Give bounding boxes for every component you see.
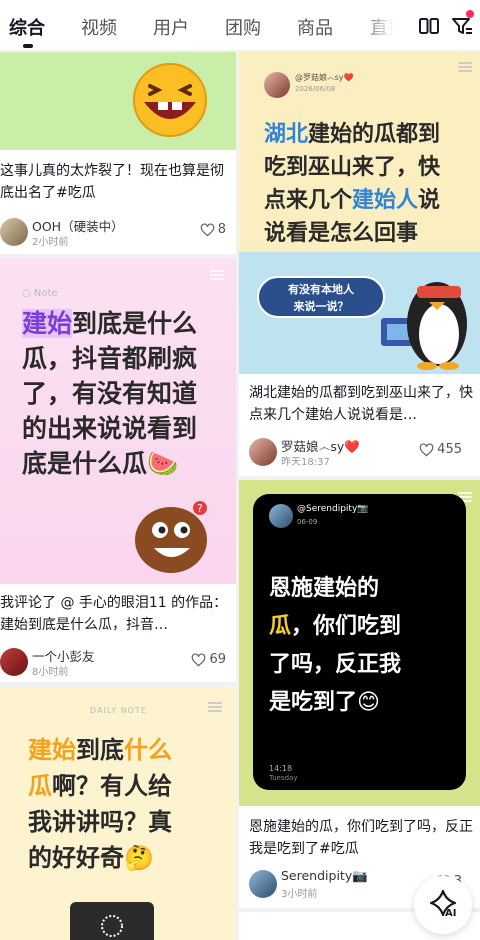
- post-time: 昨天18:37: [281, 457, 330, 468]
- card-title: 恩施建始的瓜，你们吃到了吗，反正我是吃到了#吃瓜: [249, 819, 473, 857]
- avatar[interactable]: [0, 218, 28, 246]
- card-cover: ○ Note 建始到底是什么瓜，抖音都刷疯了，有没有知道的出来说说看到底是什么瓜…: [0, 258, 236, 584]
- like-count-value: 8: [217, 222, 226, 237]
- heart-icon[interactable]: [200, 222, 215, 237]
- cover-text: 恩施建始的 瓜，你们吃到 了吗，反正我 是吃到了😊: [269, 576, 402, 715]
- card-meta: OOH（硬装中） 2小时前 8: [0, 218, 236, 250]
- avatar[interactable]: [249, 438, 277, 466]
- cover-day: Tuesday: [269, 774, 298, 782]
- menu-lines-icon: [458, 62, 472, 72]
- card-meta: 一个小彭友 8小时前 69: [0, 648, 236, 680]
- tab-group-buy[interactable]: 团购: [225, 14, 261, 40]
- like-count[interactable]: 69: [191, 652, 226, 667]
- like-count-value: 455: [437, 442, 462, 457]
- post-time: 8小时前: [32, 667, 69, 678]
- laughing-emoji-icon: [133, 63, 207, 137]
- tab-comprehensive[interactable]: 综合: [9, 14, 45, 40]
- like-count-value: 69: [209, 652, 226, 667]
- note-card[interactable]: @Serendipity📷 06-09 恩施建始的 瓜，你们吃到 了吗，反正我 …: [239, 480, 480, 908]
- cover-avatar: [269, 504, 293, 528]
- card-meta: 罗菇娘෴sy❤️ 昨天18:37 455: [249, 438, 480, 470]
- dual-column-icon[interactable]: [417, 14, 441, 38]
- cover-date: 06-09: [297, 518, 318, 526]
- card-cover: @罗菇娘෴sy❤️ 2026/06/08 湖北建始的瓜都到 吃到巫山来了，快 点…: [239, 52, 480, 374]
- card-cover: [0, 52, 236, 150]
- tab-products[interactable]: 商品: [297, 14, 333, 40]
- cover-clock: 14:18: [269, 764, 293, 773]
- cat-photo: [70, 902, 154, 940]
- post-time: 2小时前: [32, 237, 69, 248]
- author-name[interactable]: Serendipity📷: [281, 868, 368, 884]
- avatar[interactable]: [249, 870, 277, 898]
- tab-fade: [360, 0, 408, 50]
- tab-video[interactable]: 视频: [81, 14, 117, 40]
- cover-text: 建始到底什么 瓜啊？有人给 我讲讲吗？真 的好好奇🤔: [28, 736, 172, 872]
- tab-user[interactable]: 用户: [153, 14, 189, 40]
- cover-avatar: [264, 72, 290, 98]
- cover-text: 建始到底是什么瓜，抖音都刷疯了，有没有知道的出来说说看到底是什么瓜🍉: [22, 309, 198, 478]
- avatar[interactable]: [0, 648, 28, 676]
- note-card[interactable]: @罗菇娘෴sy❤️ 2026/06/08 湖北建始的瓜都到 吃到巫山来了，快 点…: [239, 52, 480, 476]
- note-card[interactable]: 这事儿真的太炸裂了！现在也算是彻底出名了#吃瓜 OOH（硬装中） 2小时前 8: [0, 52, 236, 254]
- card-title: 这事儿真的太炸裂了！现在也算是彻底出名了#吃瓜: [0, 163, 224, 201]
- ai-assistant-button[interactable]: AI: [414, 876, 472, 934]
- cover-username: @罗菇娘෴sy❤️: [295, 73, 354, 82]
- cover-username: @Serendipity📷: [297, 504, 369, 514]
- card-title: 我评论了 @ 手心的眼泪11 的作品：建始到底是什么瓜，抖音…: [0, 595, 228, 633]
- menu-lines-icon: [208, 702, 222, 712]
- svg-text:?: ?: [197, 502, 203, 515]
- note-card[interactable]: DAILY NOTE 建始到底什么 瓜啊？有人给 我讲讲吗？真 的好好奇🤔: [0, 688, 236, 940]
- menu-lines-icon: [210, 270, 224, 280]
- grinning-emoji-icon: ?: [135, 501, 207, 573]
- note-card[interactable]: ○ Note 建始到底是什么瓜，抖音都刷疯了，有没有知道的出来说说看到底是什么瓜…: [0, 258, 236, 682]
- card-cover: DAILY NOTE 建始到底什么 瓜啊？有人给 我讲讲吗？真 的好好奇🤔: [0, 688, 236, 940]
- search-tab-bar: 综合 视频 用户 团购 商品 直播: [0, 0, 480, 50]
- speech-bubble: 有没有本地人 来说一说？: [257, 276, 385, 318]
- phone-screen: @Serendipity📷 06-09 恩施建始的 瓜，你们吃到 了吗，反正我 …: [253, 494, 466, 790]
- penguin-icon: [381, 282, 467, 370]
- post-time: 3小时前: [281, 889, 318, 900]
- cat-face-icon: [101, 915, 123, 937]
- like-count[interactable]: 455: [419, 442, 462, 457]
- daily-note-label: DAILY NOTE: [90, 706, 147, 715]
- heart-icon[interactable]: [191, 652, 206, 667]
- like-count[interactable]: 8: [200, 222, 226, 237]
- notification-dot: [466, 10, 474, 18]
- card-cover: @Serendipity📷 06-09 恩施建始的 瓜，你们吃到 了吗，反正我 …: [239, 480, 480, 806]
- note-label: ○ Note: [22, 288, 58, 299]
- card-title: 湖北建始的瓜都到吃到巫山来了，快点来几个建始人说说看是…: [249, 385, 473, 423]
- ai-label: AI: [445, 908, 457, 919]
- cover-text: 湖北建始的瓜都到 吃到巫山来了，快 点来几个建始人说 说看是怎么回事: [264, 122, 441, 246]
- active-tab-indicator: [23, 44, 33, 48]
- cover-date: 2026/06/08: [295, 85, 336, 93]
- heart-icon[interactable]: [419, 442, 434, 457]
